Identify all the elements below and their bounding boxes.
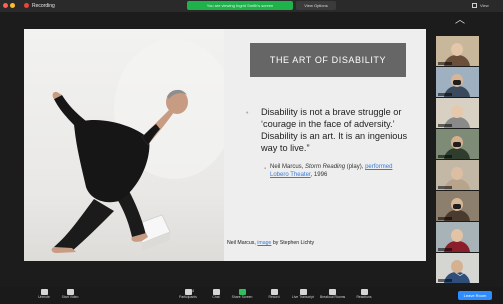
citation-mid: (play), — [345, 164, 366, 170]
chevron-up-icon[interactable]: ︿ — [447, 14, 473, 28]
face-mask — [453, 80, 461, 85]
citation-year: , 1996 — [310, 172, 328, 178]
bullet-marker: • — [246, 110, 249, 117]
share-screen-button[interactable]: Share Screen — [230, 287, 254, 304]
dancer-illustration — [51, 39, 224, 253]
participant-name-plate — [438, 62, 452, 65]
reactions-button[interactable]: Reactions — [352, 287, 376, 304]
recording-label: Recording — [32, 3, 55, 9]
toolbar-label: Chat — [212, 295, 220, 299]
slide-title: THE ART OF DISABILITY — [250, 43, 406, 77]
participant-name-plate — [438, 93, 452, 96]
credit-photographer: by Stephen Lichty — [271, 240, 315, 246]
participant-video-tile[interactable] — [436, 98, 479, 128]
toolbar-label: Participants — [179, 295, 197, 299]
participant-name-plate — [438, 124, 452, 127]
slide-citation: Neil Marcus, Storm Reading (play), perfo… — [270, 163, 410, 179]
recording-indicator-icon — [24, 3, 29, 8]
shared-slide: THE ART OF DISABILITY • Disability is no… — [24, 29, 426, 261]
leave-room-button[interactable]: Leave Room — [458, 291, 492, 300]
participant-video-tile[interactable] — [436, 191, 479, 221]
toolbar-label: Breakout Rooms — [320, 295, 346, 299]
close-window-icon[interactable] — [3, 3, 8, 8]
citation-work: Storm Reading — [305, 164, 346, 170]
top-bar: Recording You are viewing Ingrid Smith's… — [0, 0, 503, 12]
participant-name-plate — [438, 217, 452, 220]
citation-author: Neil Marcus, — [270, 164, 306, 170]
participant-name-plate — [438, 186, 452, 189]
toolbar-label: Start Video — [61, 295, 79, 299]
dancer-photo — [24, 29, 224, 261]
toolbar-label: Record — [268, 295, 280, 299]
credit-image-link[interactable]: image — [257, 240, 271, 246]
credit-author: Neil Marcus, — [227, 240, 258, 246]
participant-face — [451, 105, 463, 118]
face-mask — [453, 204, 461, 209]
participant-face — [451, 167, 463, 180]
toolbar-label: Unmute — [38, 295, 50, 299]
participant-video-tile[interactable] — [436, 129, 479, 159]
image-credit: Neil Marcus, image by Stephen Lichty — [227, 240, 327, 247]
participant-name-plate — [438, 248, 452, 251]
view-button[interactable]: View — [480, 1, 489, 11]
participant-face — [451, 43, 463, 56]
participant-name-plate — [438, 155, 452, 158]
microphone-button[interactable]: Unmute — [32, 287, 56, 304]
sub-bullet-marker: ▪ — [264, 166, 267, 172]
participant-face — [451, 229, 463, 242]
chevron-down-icon[interactable]: ﹀ — [447, 272, 473, 286]
view-options-button[interactable]: View Options — [296, 1, 336, 10]
participants-count: 34 — [190, 289, 194, 293]
toolbar-label: Reactions — [356, 295, 372, 299]
breakout-rooms-button[interactable]: Breakout Rooms — [320, 287, 346, 304]
record-button[interactable]: Record — [262, 287, 286, 304]
gallery-view-icon[interactable] — [472, 3, 477, 8]
screen-share-banner: You are viewing Ingrid Smith's screen — [187, 1, 293, 10]
video-camera-button[interactable]: Start Video — [58, 287, 82, 304]
toolbar-label: Live Transcript — [291, 295, 315, 299]
participant-video-tile[interactable] — [436, 36, 479, 66]
participant-video-tile[interactable] — [436, 67, 479, 97]
participant-video-tile[interactable] — [436, 160, 479, 190]
toolbar-label: Share Screen — [231, 295, 253, 299]
minimize-window-icon[interactable] — [10, 3, 15, 8]
participant-video-tile[interactable] — [436, 222, 479, 252]
cc-button[interactable]: Live Transcript — [291, 287, 315, 304]
slide-quote: Disability is not a brave struggle or ‘c… — [261, 107, 408, 153]
participants-button[interactable]: Participants — [176, 287, 200, 304]
face-mask — [453, 142, 461, 147]
chat-button[interactable]: Chat — [204, 287, 228, 304]
